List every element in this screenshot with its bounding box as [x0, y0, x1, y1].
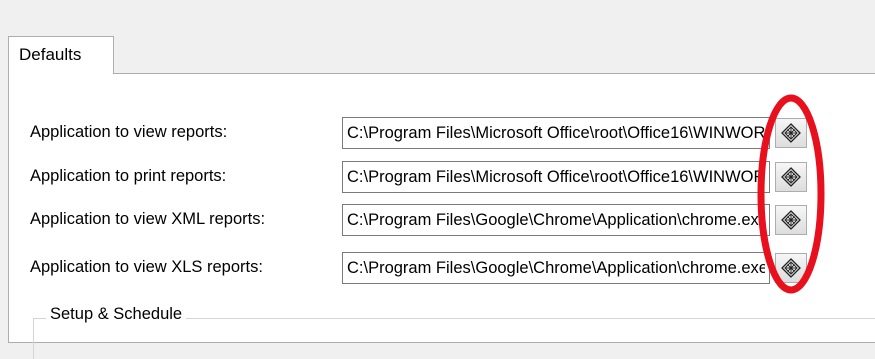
view-xls-reports-path-field[interactable] — [342, 252, 770, 284]
view-reports-label: Application to view reports: — [30, 123, 228, 141]
view-xml-reports-label: Application to view XML reports: — [30, 210, 266, 228]
print-reports-browse-button[interactable] — [775, 162, 807, 192]
view-xls-reports-browse-button[interactable] — [775, 253, 807, 283]
tab-defaults-label: Defaults — [19, 45, 82, 64]
view-xml-reports-path-field[interactable] — [342, 204, 770, 236]
view-reports-path-field[interactable] — [342, 117, 770, 149]
print-reports-path-field[interactable] — [342, 161, 770, 193]
view-xml-reports-browse-button[interactable] — [775, 205, 807, 235]
browse-icon — [781, 123, 801, 143]
view-reports-browse-button[interactable] — [775, 118, 807, 148]
print-reports-label: Application to print reports: — [30, 167, 227, 185]
view-xml-reports-row: Application to view XML reports: — [0, 204, 875, 238]
browse-icon — [781, 167, 801, 187]
browse-icon — [781, 210, 801, 230]
view-xls-reports-row: Application to view XLS reports: — [0, 252, 875, 286]
setup-schedule-group: Setup & Schedule — [33, 305, 875, 359]
view-reports-row: Application to view reports: — [0, 117, 875, 151]
tab-defaults[interactable]: Defaults — [8, 36, 114, 74]
print-reports-row: Application to print reports: — [0, 161, 875, 195]
browse-icon — [781, 258, 801, 278]
view-xls-reports-label: Application to view XLS reports: — [30, 258, 263, 276]
setup-schedule-group-label: Setup & Schedule — [46, 305, 187, 324]
